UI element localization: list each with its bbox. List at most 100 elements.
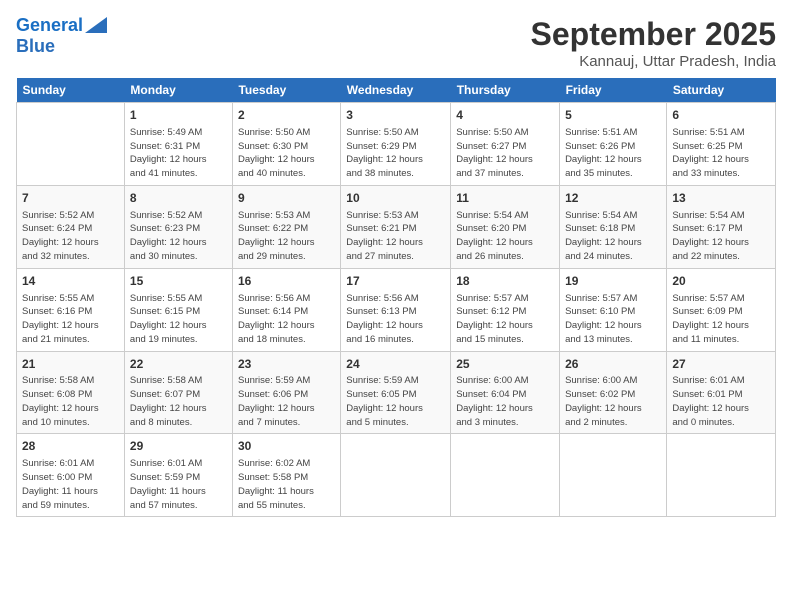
day-info: Sunrise: 5:52 AM Sunset: 6:24 PM Dayligh… bbox=[22, 209, 119, 264]
calendar-cell bbox=[451, 434, 560, 517]
calendar-cell: 14Sunrise: 5:55 AM Sunset: 6:16 PM Dayli… bbox=[17, 268, 125, 351]
day-number: 10 bbox=[346, 190, 445, 207]
day-info: Sunrise: 5:52 AM Sunset: 6:23 PM Dayligh… bbox=[130, 209, 227, 264]
day-info: Sunrise: 5:50 AM Sunset: 6:27 PM Dayligh… bbox=[456, 126, 554, 181]
logo: General Blue bbox=[16, 16, 107, 57]
day-number: 8 bbox=[130, 190, 227, 207]
day-number: 29 bbox=[130, 438, 227, 455]
day-number: 15 bbox=[130, 273, 227, 290]
day-number: 23 bbox=[238, 356, 335, 373]
day-number: 30 bbox=[238, 438, 335, 455]
day-info: Sunrise: 5:54 AM Sunset: 6:18 PM Dayligh… bbox=[565, 209, 661, 264]
day-info: Sunrise: 5:56 AM Sunset: 6:14 PM Dayligh… bbox=[238, 292, 335, 347]
calendar-cell: 1Sunrise: 5:49 AM Sunset: 6:31 PM Daylig… bbox=[124, 103, 232, 186]
weekday-header-sunday: Sunday bbox=[17, 78, 125, 103]
day-info: Sunrise: 5:51 AM Sunset: 6:25 PM Dayligh… bbox=[672, 126, 770, 181]
day-info: Sunrise: 5:59 AM Sunset: 6:06 PM Dayligh… bbox=[238, 374, 335, 429]
logo-blue: Blue bbox=[16, 36, 55, 57]
weekday-header-wednesday: Wednesday bbox=[341, 78, 451, 103]
calendar-cell: 12 Sunrise: 5:54 AM Sunset: 6:18 PM Dayli… bbox=[560, 185, 667, 268]
month-title: September 2025 bbox=[531, 16, 776, 53]
day-info: Sunrise: 5:53 AM Sunset: 6:22 PM Dayligh… bbox=[238, 209, 335, 264]
day-number: 1 bbox=[130, 107, 227, 124]
weekday-header-friday: Friday bbox=[560, 78, 667, 103]
weekday-header-row: SundayMondayTuesdayWednesdayThursdayFrid… bbox=[17, 78, 776, 103]
calendar-cell: 8 Sunrise: 5:52 AM Sunset: 6:23 PM Daylig… bbox=[124, 185, 232, 268]
calendar-week-1: 1Sunrise: 5:49 AM Sunset: 6:31 PM Daylig… bbox=[17, 103, 776, 186]
calendar-cell: 22Sunrise: 5:58 AM Sunset: 6:07 PM Dayli… bbox=[124, 351, 232, 434]
day-info: Sunrise: 5:50 AM Sunset: 6:29 PM Dayligh… bbox=[346, 126, 445, 181]
day-number: 20 bbox=[672, 273, 770, 290]
weekday-header-saturday: Saturday bbox=[667, 78, 776, 103]
day-number: 3 bbox=[346, 107, 445, 124]
day-number: 21 bbox=[22, 356, 119, 373]
day-info: Sunrise: 5:56 AM Sunset: 6:13 PM Dayligh… bbox=[346, 292, 445, 347]
calendar-cell: 16 Sunrise: 5:56 AM Sunset: 6:14 PM Dayli… bbox=[232, 268, 340, 351]
weekday-header-monday: Monday bbox=[124, 78, 232, 103]
title-block: September 2025 Kannauj, Uttar Pradesh, I… bbox=[531, 16, 776, 70]
day-info: Sunrise: 5:53 AM Sunset: 6:21 PM Dayligh… bbox=[346, 209, 445, 264]
day-info: Sunrise: 5:57 AM Sunset: 6:10 PM Dayligh… bbox=[565, 292, 661, 347]
calendar-cell: 11Sunrise: 5:54 AM Sunset: 6:20 PM Dayli… bbox=[451, 185, 560, 268]
day-number: 17 bbox=[346, 273, 445, 290]
day-info: Sunrise: 5:51 AM Sunset: 6:26 PM Dayligh… bbox=[565, 126, 661, 181]
day-number: 25 bbox=[456, 356, 554, 373]
day-number: 18 bbox=[456, 273, 554, 290]
day-number: 24 bbox=[346, 356, 445, 373]
calendar-cell: 21Sunrise: 5:58 AM Sunset: 6:08 PM Dayli… bbox=[17, 351, 125, 434]
day-info: Sunrise: 6:02 AM Sunset: 5:58 PM Dayligh… bbox=[238, 457, 335, 512]
day-info: Sunrise: 6:00 AM Sunset: 6:02 PM Dayligh… bbox=[565, 374, 661, 429]
day-number: 7 bbox=[22, 190, 119, 207]
day-number: 26 bbox=[565, 356, 661, 373]
logo-text: General bbox=[16, 16, 83, 36]
day-number: 27 bbox=[672, 356, 770, 373]
day-info: Sunrise: 6:01 AM Sunset: 6:01 PM Dayligh… bbox=[672, 374, 770, 429]
calendar-cell: 13Sunrise: 5:54 AM Sunset: 6:17 PM Dayli… bbox=[667, 185, 776, 268]
day-info: Sunrise: 6:01 AM Sunset: 6:00 PM Dayligh… bbox=[22, 457, 119, 512]
day-number: 5 bbox=[565, 107, 661, 124]
calendar-cell: 4 Sunrise: 5:50 AM Sunset: 6:27 PM Daylig… bbox=[451, 103, 560, 186]
day-number: 2 bbox=[238, 107, 335, 124]
calendar-cell: 9 Sunrise: 5:53 AM Sunset: 6:22 PM Daylig… bbox=[232, 185, 340, 268]
calendar-cell: 3 Sunrise: 5:50 AM Sunset: 6:29 PM Daylig… bbox=[341, 103, 451, 186]
day-number: 6 bbox=[672, 107, 770, 124]
day-number: 11 bbox=[456, 190, 554, 207]
calendar-cell bbox=[667, 434, 776, 517]
calendar-cell: 27Sunrise: 6:01 AM Sunset: 6:01 PM Dayli… bbox=[667, 351, 776, 434]
calendar-cell: 30 Sunrise: 6:02 AM Sunset: 5:58 PM Dayli… bbox=[232, 434, 340, 517]
day-number: 16 bbox=[238, 273, 335, 290]
calendar-cell: 19Sunrise: 5:57 AM Sunset: 6:10 PM Dayli… bbox=[560, 268, 667, 351]
day-info: Sunrise: 5:58 AM Sunset: 6:08 PM Dayligh… bbox=[22, 374, 119, 429]
calendar-week-5: 28 Sunrise: 6:01 AM Sunset: 6:00 PM Dayli… bbox=[17, 434, 776, 517]
calendar-cell: 23Sunrise: 5:59 AM Sunset: 6:06 PM Dayli… bbox=[232, 351, 340, 434]
day-number: 9 bbox=[238, 190, 335, 207]
day-number: 28 bbox=[22, 438, 119, 455]
weekday-header-thursday: Thursday bbox=[451, 78, 560, 103]
day-info: Sunrise: 5:57 AM Sunset: 6:12 PM Dayligh… bbox=[456, 292, 554, 347]
calendar-week-4: 21Sunrise: 5:58 AM Sunset: 6:08 PM Dayli… bbox=[17, 351, 776, 434]
day-number: 13 bbox=[672, 190, 770, 207]
calendar-cell: 18 Sunrise: 5:57 AM Sunset: 6:12 PM Dayli… bbox=[451, 268, 560, 351]
location-subtitle: Kannauj, Uttar Pradesh, India bbox=[531, 53, 776, 70]
day-info: Sunrise: 5:58 AM Sunset: 6:07 PM Dayligh… bbox=[130, 374, 227, 429]
calendar-cell: 25Sunrise: 6:00 AM Sunset: 6:04 PM Dayli… bbox=[451, 351, 560, 434]
day-info: Sunrise: 6:00 AM Sunset: 6:04 PM Dayligh… bbox=[456, 374, 554, 429]
weekday-header-tuesday: Tuesday bbox=[232, 78, 340, 103]
day-number: 12 bbox=[565, 190, 661, 207]
calendar-cell: 6 Sunrise: 5:51 AM Sunset: 6:25 PM Daylig… bbox=[667, 103, 776, 186]
calendar-table: SundayMondayTuesdayWednesdayThursdayFrid… bbox=[16, 78, 776, 517]
calendar-week-3: 14Sunrise: 5:55 AM Sunset: 6:16 PM Dayli… bbox=[17, 268, 776, 351]
day-number: 14 bbox=[22, 273, 119, 290]
calendar-cell bbox=[560, 434, 667, 517]
day-info: Sunrise: 5:50 AM Sunset: 6:30 PM Dayligh… bbox=[238, 126, 335, 181]
calendar-cell: 24Sunrise: 5:59 AM Sunset: 6:05 PM Dayli… bbox=[341, 351, 451, 434]
calendar-cell: 17 Sunrise: 5:56 AM Sunset: 6:13 PM Dayli… bbox=[341, 268, 451, 351]
day-number: 4 bbox=[456, 107, 554, 124]
day-info: Sunrise: 5:59 AM Sunset: 6:05 PM Dayligh… bbox=[346, 374, 445, 429]
calendar-cell: 26Sunrise: 6:00 AM Sunset: 6:02 PM Dayli… bbox=[560, 351, 667, 434]
calendar-cell: 5 Sunrise: 5:51 AM Sunset: 6:26 PM Daylig… bbox=[560, 103, 667, 186]
calendar-cell: 15 Sunrise: 5:55 AM Sunset: 6:15 PM Dayli… bbox=[124, 268, 232, 351]
calendar-cell: 10 Sunrise: 5:53 AM Sunset: 6:21 PM Dayli… bbox=[341, 185, 451, 268]
day-info: Sunrise: 5:55 AM Sunset: 6:15 PM Dayligh… bbox=[130, 292, 227, 347]
calendar-cell: 29Sunrise: 6:01 AM Sunset: 5:59 PM Dayli… bbox=[124, 434, 232, 517]
